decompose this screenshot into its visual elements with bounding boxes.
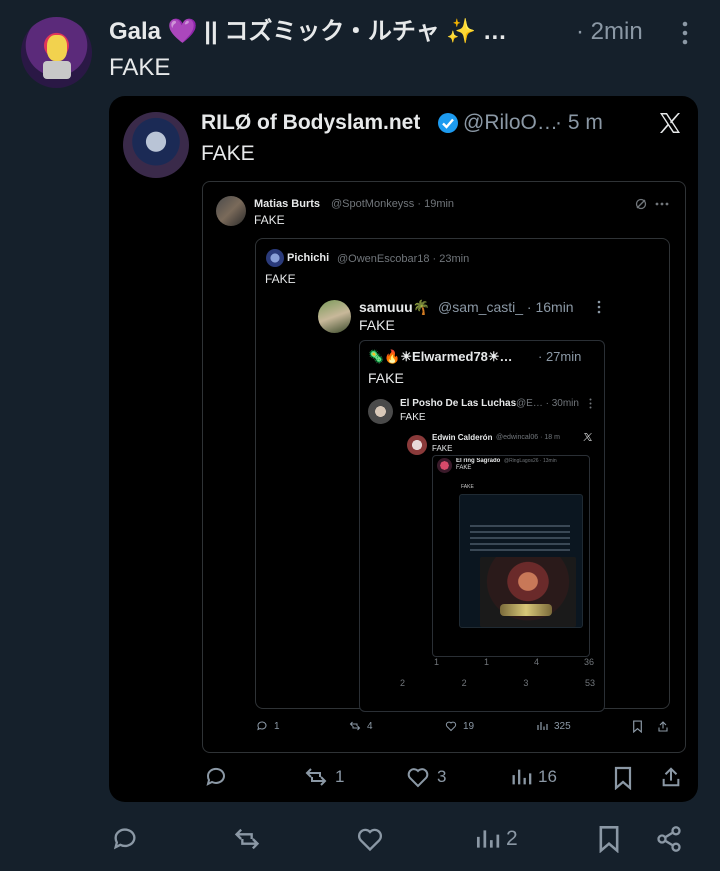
ring-sagrado-views[interactable]: 36 xyxy=(584,657,594,669)
pichichi-author-name[interactable]: Pichichi xyxy=(287,251,329,265)
rilo-handle[interactable]: @RiloO… xyxy=(463,110,558,136)
rilo-timestamp[interactable]: · 5 m xyxy=(555,110,603,136)
more-options-icon[interactable] xyxy=(675,20,695,46)
matias-repost[interactable]: 4 xyxy=(349,720,373,732)
ring-sagrado-inner-text: FAKE xyxy=(461,484,474,490)
edwin-tweet-text: FAKE xyxy=(432,444,453,453)
matias-tweet-text: FAKE xyxy=(254,213,285,227)
pichichi-likes[interactable]: 3 xyxy=(523,678,528,690)
rilo-tweet-text: FAKE xyxy=(201,142,255,165)
ring-sagrado-action-row: 1 1 4 36 xyxy=(434,657,594,669)
pichichi-action-row: 2 2 3 53 xyxy=(400,678,595,690)
pichichi-avatar[interactable] xyxy=(266,249,284,267)
pichichi-handle[interactable]: @OwenEscobar18 · 23min xyxy=(337,252,469,266)
ring-sagrado-likes[interactable]: 4 xyxy=(534,657,539,669)
elwarmed-author-name[interactable]: 🦠🔥☀Elwarmed78☀… xyxy=(368,349,513,365)
outer-timestamp[interactable]: · 2min xyxy=(576,17,643,47)
matias-avatar[interactable] xyxy=(216,196,246,226)
nested-screenshot-lines xyxy=(470,525,570,551)
ring-sagrado-reposts[interactable]: 1 xyxy=(484,657,489,669)
rilo-avatar[interactable] xyxy=(123,112,189,178)
samuuu-author-name[interactable]: samuuu🌴 xyxy=(359,299,430,316)
rilo-author-name[interactable]: RILØ of Bodyslam.net xyxy=(201,110,420,136)
rilo-reply[interactable] xyxy=(204,765,234,789)
ring-sagrado-replies[interactable]: 1 xyxy=(434,657,439,669)
outer-bookmark-icon[interactable] xyxy=(597,825,621,853)
matias-handle[interactable]: @SpotMonkeyss · 19min xyxy=(331,197,454,211)
rilo-views[interactable]: 16 xyxy=(510,765,557,789)
posho-avatar[interactable] xyxy=(368,399,393,424)
outer-tweet-text: FAKE xyxy=(109,54,171,81)
samuuu-more-icon[interactable] xyxy=(597,300,601,314)
ring-sagrado-author-name[interactable]: El ring Sagrado xyxy=(456,458,500,465)
matias-like[interactable]: 19 xyxy=(445,720,474,732)
matias-author-name[interactable]: Matias Burts xyxy=(254,197,320,211)
posho-handle[interactable]: @E… · 30min xyxy=(516,398,579,410)
rilo-repost[interactable]: 1 xyxy=(303,765,344,789)
outer-views[interactable]: 2 xyxy=(474,825,518,853)
elwarmed-timestamp[interactable]: · 27min xyxy=(538,349,581,365)
matias-more-icon[interactable] xyxy=(655,202,669,206)
elwarmed-tweet-text: FAKE xyxy=(368,370,404,386)
rilo-like[interactable]: 3 xyxy=(405,765,446,789)
outer-reply[interactable] xyxy=(111,825,145,853)
samuuu-tweet-text: FAKE xyxy=(359,317,395,333)
outer-share-icon[interactable] xyxy=(655,825,683,853)
rilo-bookmark-icon[interactable] xyxy=(613,766,633,790)
pichichi-reposts[interactable]: 2 xyxy=(462,678,467,690)
pichichi-replies[interactable]: 2 xyxy=(400,678,405,690)
championship-belt xyxy=(500,604,552,616)
edwin-x-logo-icon[interactable] xyxy=(583,432,593,442)
matias-share-icon[interactable] xyxy=(657,720,669,733)
verified-badge-icon xyxy=(437,112,459,134)
outer-author-name[interactable]: Gala 💜 || コズミック・ルチャ ✨ … xyxy=(109,17,507,47)
grok-icon[interactable] xyxy=(635,198,647,210)
matias-views[interactable]: 325 xyxy=(536,720,571,732)
edwin-avatar[interactable] xyxy=(407,435,427,455)
outer-repost[interactable] xyxy=(231,825,269,853)
edwin-author-name[interactable]: Edwin Calderón xyxy=(432,433,492,443)
matias-bookmark-icon[interactable] xyxy=(632,720,643,733)
x-logo-icon[interactable] xyxy=(657,110,683,136)
samuuu-avatar[interactable] xyxy=(318,300,351,333)
posho-more-icon[interactable] xyxy=(589,398,592,409)
edwin-handle[interactable]: @edwincal06 · 18 m xyxy=(496,433,560,443)
samuuu-handle[interactable]: @sam_casti_ · 16min xyxy=(438,299,574,316)
ring-sagrado-handle[interactable]: @RingLagos26 · 13min xyxy=(504,458,557,465)
ring-sagrado-avatar[interactable] xyxy=(437,458,452,473)
matias-reply[interactable]: 1 xyxy=(256,720,280,732)
posho-tweet-text: FAKE xyxy=(400,412,426,423)
ring-sagrado-tweet-text: FAKE xyxy=(456,465,472,471)
outer-like[interactable] xyxy=(355,825,391,853)
pichichi-tweet-text: FAKE xyxy=(265,272,296,286)
rilo-share-icon[interactable] xyxy=(660,765,682,789)
pichichi-views[interactable]: 53 xyxy=(585,678,595,690)
wrestler-photo xyxy=(480,557,576,627)
outer-avatar[interactable] xyxy=(21,17,92,88)
posho-author-name[interactable]: El Posho De Las Luchas xyxy=(400,398,516,410)
